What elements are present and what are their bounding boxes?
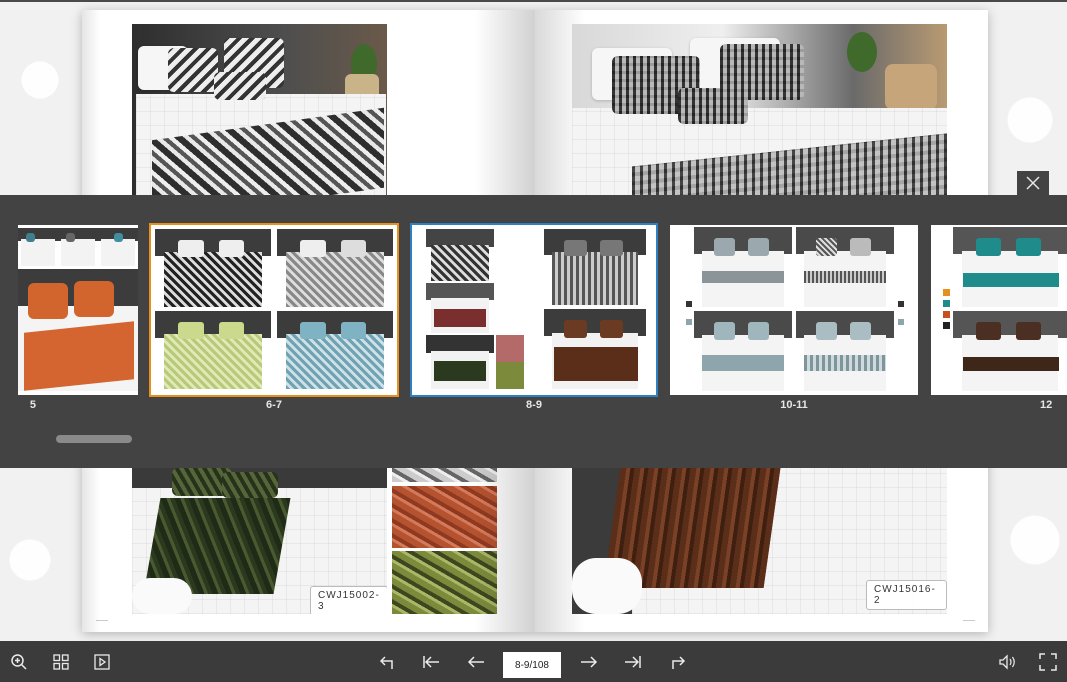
- sound-button[interactable]: [994, 649, 1020, 675]
- page-indicator[interactable]: 8-9/108: [503, 652, 561, 678]
- thumbnail-label: 6-7: [266, 399, 282, 411]
- share-button[interactable]: [665, 649, 691, 675]
- first-page-button[interactable]: [418, 649, 444, 675]
- previous-page-button[interactable]: [463, 649, 489, 675]
- thumbnail-page-5[interactable]: [18, 225, 138, 395]
- sound-icon: [999, 654, 1015, 670]
- fullscreen-icon: [1039, 653, 1057, 671]
- thumbnails-button[interactable]: [48, 649, 74, 675]
- thumbnail-page-8-9[interactable]: [410, 223, 658, 397]
- last-page-icon: [625, 656, 641, 668]
- page-number: ——: [96, 618, 108, 624]
- zoom-in-icon: [11, 654, 27, 670]
- close-icon: [1026, 176, 1040, 190]
- product-photo-top-right: [572, 24, 947, 224]
- product-photo-top-left: [132, 24, 387, 224]
- page-number: ——: [963, 618, 975, 624]
- thumbnail-scrollbar[interactable]: [56, 435, 132, 443]
- thumbnail-label: 10-11: [780, 399, 808, 411]
- thumbnail-strip[interactable]: 5 6-7 8-9 10-11 12: [0, 195, 1067, 468]
- thumbnail-page-12[interactable]: [931, 225, 1067, 395]
- back-button[interactable]: [374, 649, 400, 675]
- zoom-in-button[interactable]: [6, 649, 32, 675]
- back-icon: [379, 656, 393, 669]
- thumbnail-label: 5: [29, 399, 36, 411]
- close-thumbnails-button[interactable]: [1017, 171, 1049, 195]
- previous-page-icon: [467, 656, 484, 668]
- top-border: [0, 0, 1067, 2]
- last-page-button[interactable]: [620, 649, 646, 675]
- next-page-icon: [581, 656, 598, 668]
- autoplay-icon: [94, 654, 110, 670]
- thumbnail-page-10-11[interactable]: [670, 225, 918, 395]
- product-photo-bottom-left: CWJ15002-3: [132, 468, 387, 614]
- thumbnail-label: 8-9: [526, 399, 542, 411]
- thumbnail-page-6-7[interactable]: [149, 223, 399, 397]
- thumbnail-label: 12: [1040, 399, 1053, 411]
- fullscreen-button[interactable]: [1035, 649, 1061, 675]
- product-photo-bottom-right: CWJ15016-2: [572, 468, 947, 614]
- autoplay-button[interactable]: [89, 649, 115, 675]
- product-code-label: CWJ15002-3: [310, 586, 387, 614]
- bottom-toolbar: 8-9/108: [0, 641, 1067, 682]
- grid-icon: [53, 654, 69, 670]
- share-icon: [672, 656, 686, 669]
- thumbnail-panel: 5 6-7 8-9 10-11 12: [0, 195, 1067, 468]
- product-code-label: CWJ15016-2: [866, 580, 947, 610]
- next-page-button[interactable]: [576, 649, 602, 675]
- first-page-icon: [423, 656, 439, 668]
